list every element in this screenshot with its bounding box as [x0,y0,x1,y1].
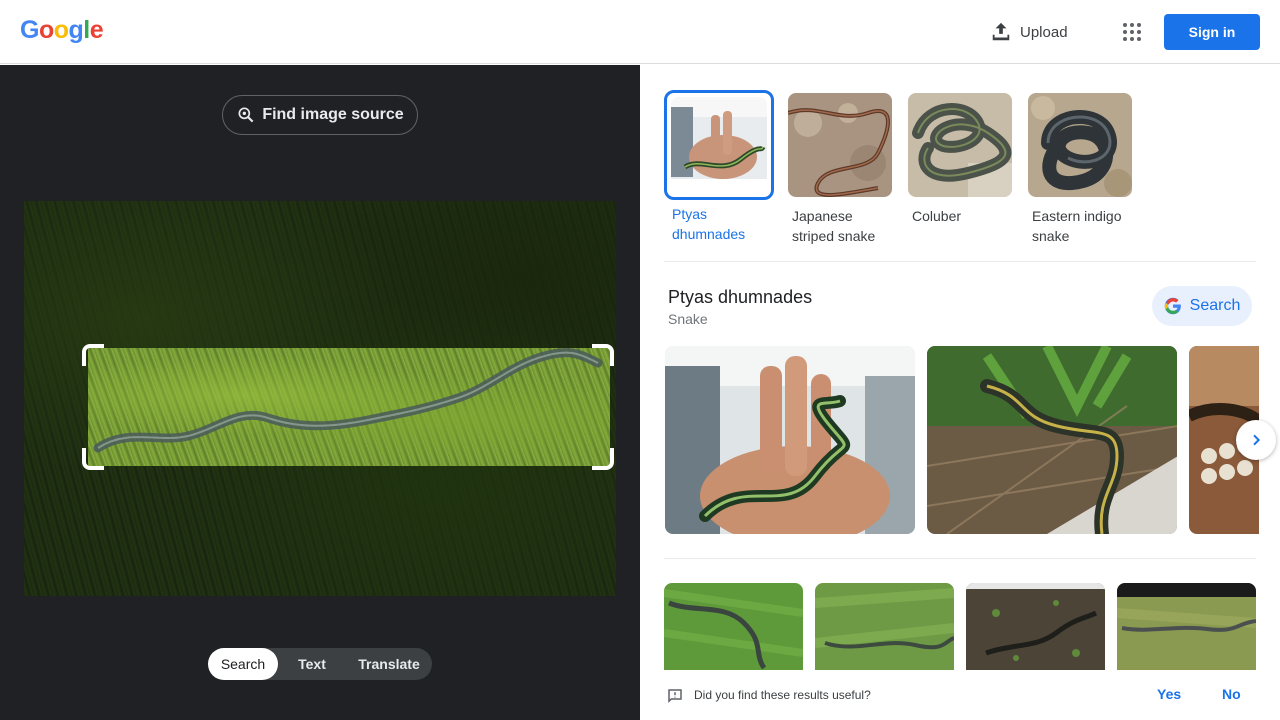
uploaded-photo [24,201,616,596]
logo-letter: o [53,16,69,44]
image-preview-panel: Find image source Search Text Translate [0,65,640,720]
results-panel: Ptyas dhumnades Japanese striped snake C… [640,65,1280,720]
divider [664,261,1256,262]
crop-handle-bottom-left[interactable] [82,448,104,470]
entity-card-coluber[interactable]: Coluber [904,90,1016,246]
crop-handle-top-right[interactable] [592,344,614,366]
tab-translate[interactable]: Translate [346,648,432,680]
lens-search-icon [236,105,256,125]
tab-search[interactable]: Search [208,648,278,680]
find-image-source-label: Find image source [262,106,404,123]
entity-card-japanese-striped-snake[interactable]: Japanese striped snake [784,90,896,246]
feedback-no-button[interactable]: No [1222,686,1241,702]
logo-letter: o [38,16,54,44]
feedback-question: Did you find these results useful? [694,688,871,702]
entity-title: Ptyas dhumnades [668,287,813,307]
entity-label: Eastern indigo snake [1032,208,1122,244]
entity-thumbnail [671,97,767,193]
crop-handle-top-left[interactable] [82,344,104,366]
visual-match-image[interactable] [664,583,803,671]
upload-label: Upload [1020,23,1068,41]
apps-grid-icon[interactable] [1120,20,1144,44]
mode-tabs: Search Text Translate [208,648,432,680]
visual-matches-grid [664,583,1256,671]
snake-image [93,348,603,453]
result-image[interactable] [665,346,915,534]
google-logo[interactable]: Google [20,16,104,45]
entity-label: Ptyas dhumnades [672,206,746,242]
tab-text[interactable]: Text [278,648,346,680]
entity-card-ptyas-dhumnades[interactable]: Ptyas dhumnades [664,90,776,246]
entity-label: Japanese striped snake [792,208,876,244]
entity-subtitle: Snake [668,311,708,327]
top-bar: Google Upload Sign in [0,0,1280,64]
upload-icon [990,21,1012,43]
entity-card-eastern-indigo-snake[interactable]: Eastern indigo snake [1024,90,1136,246]
entity-thumbnail [908,93,1012,197]
entity-search-button[interactable]: Search [1152,286,1252,326]
find-image-source-button[interactable]: Find image source [222,95,418,135]
entity-label: Coluber [912,208,962,224]
entity-image-carousel [665,346,1259,534]
feedback-bar: Did you find these results useful? Yes N… [640,670,1280,720]
result-image[interactable] [927,346,1177,534]
related-entities: Ptyas dhumnades Japanese striped snake C… [664,90,1136,246]
visual-match-image[interactable] [1117,583,1256,671]
feedback-yes-button[interactable]: Yes [1157,686,1181,702]
entity-search-label: Search [1189,297,1241,314]
visual-match-image[interactable] [966,583,1105,671]
logo-letter: g [68,16,84,44]
upload-button[interactable]: Upload [990,18,1068,46]
crop-handle-bottom-right[interactable] [592,448,614,470]
sign-in-button[interactable]: Sign in [1164,14,1260,50]
carousel-next-button[interactable] [1236,420,1276,460]
google-g-icon [1164,297,1182,315]
visual-match-image[interactable] [815,583,954,671]
entity-thumbnail [1028,93,1132,197]
divider [664,558,1256,559]
chevron-right-icon [1248,432,1264,448]
logo-letter: e [89,16,104,44]
feedback-icon [666,687,684,705]
crop-selection-area[interactable] [88,348,610,466]
logo-letter: G [20,16,39,44]
entity-thumbnail [788,93,892,197]
